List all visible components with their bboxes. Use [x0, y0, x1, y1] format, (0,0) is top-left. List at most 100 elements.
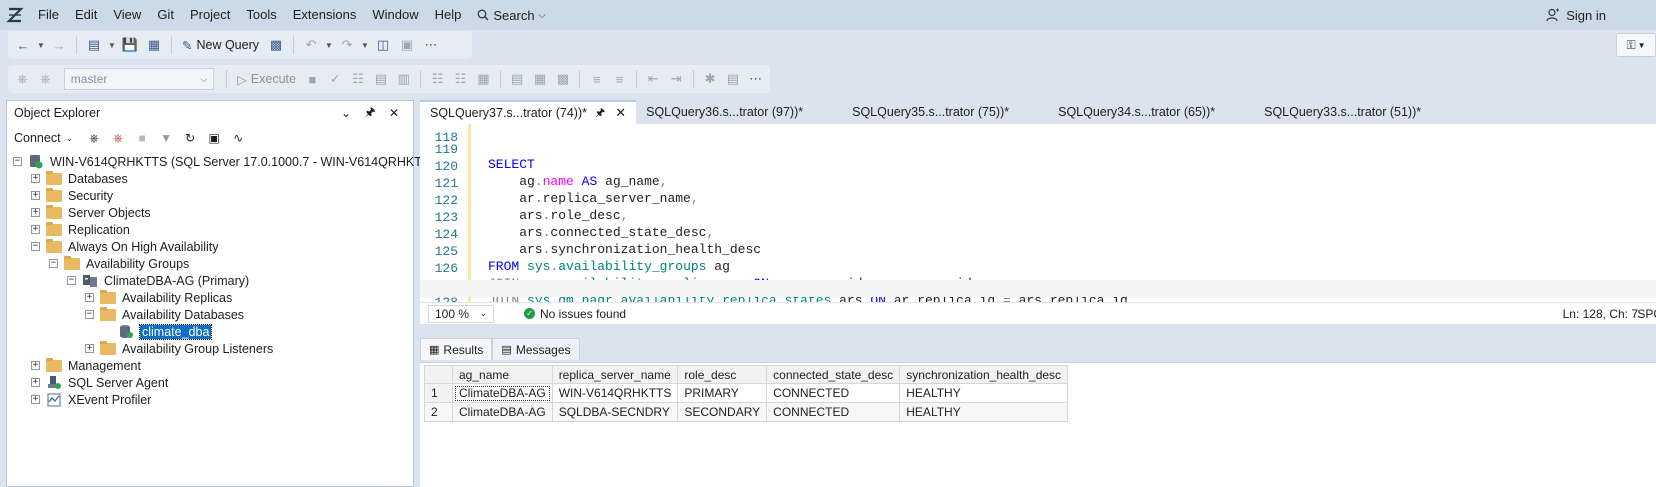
specify-values-icon[interactable]: ✱ [700, 68, 721, 90]
tab-sqlquery35[interactable]: SQLQuery35.s...trator (75))* [842, 100, 1048, 124]
menu-view[interactable]: View [105, 0, 149, 30]
connect-plug-icon[interactable]: ⎈ [85, 129, 103, 147]
new-query-button[interactable]: ✎ New Query [178, 34, 263, 56]
stop-icon[interactable]: ■ [133, 129, 151, 147]
navigate-back-icon[interactable]: ← [12, 34, 34, 56]
parse-icon[interactable]: ✓ [325, 68, 346, 90]
overflow-menu-icon[interactable]: ⋯ [420, 34, 442, 56]
issues-indicator[interactable]: ✓ No issues found [524, 307, 626, 321]
collapse-toggle[interactable]: − [13, 157, 22, 166]
tree-node-databases[interactable]: + Databases [31, 170, 128, 187]
refresh-icon[interactable]: ↻ [181, 129, 199, 147]
save-all-icon[interactable]: ▦ [143, 34, 165, 56]
tab-sqlquery34[interactable]: SQLQuery34.s...trator (65))* [1048, 100, 1254, 124]
tree-node-ag-listeners[interactable]: + Availability Group Listeners [85, 340, 273, 357]
expand-toggle[interactable]: + [85, 344, 94, 353]
undo-icon[interactable]: ↶ [300, 34, 322, 56]
collapse-toggle[interactable]: − [31, 242, 40, 251]
menu-project[interactable]: Project [182, 0, 238, 30]
expand-toggle[interactable]: + [31, 378, 40, 387]
collapse-toggle[interactable]: − [49, 259, 58, 268]
grid-cell[interactable]: CONNECTED [766, 383, 901, 403]
chevron-down-icon[interactable]: ⌄ [334, 106, 358, 120]
save-icon[interactable]: 💾 [119, 34, 141, 56]
tree-node-replication[interactable]: + Replication [31, 221, 130, 238]
grid-cell[interactable]: ClimateDBA-AG [452, 383, 553, 403]
copilot-button[interactable]: ⚿ ▼ [1616, 33, 1656, 57]
row-number[interactable]: 1 [424, 383, 453, 403]
column-header[interactable]: ag_name [452, 365, 553, 384]
client-stats-icon[interactable]: ▦ [473, 68, 494, 90]
increase-indent-icon[interactable]: ⇥ [666, 68, 687, 90]
uncomment-icon[interactable]: ≡ [609, 68, 630, 90]
activity-monitor-icon[interactable]: ◫ [372, 34, 394, 56]
actual-plan-icon[interactable]: ☷ [427, 68, 448, 90]
query-options-icon[interactable]: ▤ [371, 68, 392, 90]
expand-toggle[interactable]: + [31, 208, 40, 217]
chevron-down-icon[interactable]: ▼ [360, 41, 370, 50]
tree-node-availability-groups[interactable]: − Availability Groups [49, 255, 189, 272]
sql-editor[interactable]: 118 119 SELECT 120 ag.name AS ag_name, 1… [420, 124, 1656, 302]
template-browser-icon[interactable]: ▣ [396, 34, 418, 56]
pin-icon[interactable]: 🖈 [358, 103, 382, 124]
tree-node-always-on[interactable]: − Always On High Availability [31, 238, 219, 255]
grid-cell[interactable]: PRIMARY [677, 383, 768, 403]
tab-messages[interactable]: ▤ Messages [492, 338, 580, 360]
tab-sqlquery36[interactable]: SQLQuery36.s...trator (97))* [636, 100, 842, 124]
summary-icon[interactable]: ▣ [205, 129, 223, 147]
search-menu[interactable]: Search ⌵ [469, 8, 553, 23]
close-icon[interactable]: ✕ [382, 106, 406, 120]
format-icon[interactable]: ▤ [722, 68, 743, 90]
estimated-plan-icon[interactable]: ☷ [348, 68, 369, 90]
menu-extensions[interactable]: Extensions [285, 0, 365, 30]
expand-toggle[interactable]: + [31, 361, 40, 370]
column-header[interactable]: synchronization_health_desc [899, 365, 1069, 384]
zoom-select[interactable]: 100 % ⌄ [428, 304, 494, 323]
close-icon[interactable]: ✕ [615, 105, 626, 121]
comment-icon[interactable]: ≡ [586, 68, 607, 90]
menu-help[interactable]: Help [427, 0, 470, 30]
grid-cell[interactable]: ClimateDBA-AG [452, 402, 553, 422]
expand-toggle[interactable]: + [31, 191, 40, 200]
connect-icon[interactable]: ⎈ [12, 68, 33, 90]
database-select[interactable]: master ⌵ [63, 68, 215, 90]
menu-window[interactable]: Window [364, 0, 426, 30]
column-header[interactable]: role_desc [677, 365, 768, 384]
expand-toggle[interactable]: + [31, 225, 40, 234]
grid-cell[interactable]: CONNECTED [766, 402, 901, 422]
tree-node-ag[interactable]: − ClimateDBA-AG (Primary) [67, 272, 249, 289]
chevron-down-icon[interactable]: ▼ [107, 41, 117, 50]
intellisense-icon[interactable]: ▥ [393, 68, 414, 90]
column-header[interactable]: connected_state_desc [766, 365, 901, 384]
menu-file[interactable]: File [30, 0, 67, 30]
activity-icon[interactable]: ∿ [229, 129, 247, 147]
tree-node-management[interactable]: + Management [31, 357, 141, 374]
collapse-toggle[interactable]: − [67, 276, 76, 285]
grid-cell[interactable]: WIN-V614QRHKTTS [551, 383, 679, 403]
stop-icon[interactable]: ■ [302, 68, 323, 90]
disconnect-icon[interactable]: ⎈ [109, 129, 127, 147]
overflow-menu-icon[interactable]: ⋯ [745, 68, 766, 90]
navigate-forward-icon[interactable]: → [48, 34, 70, 56]
row-number-header[interactable] [424, 365, 453, 384]
decrease-indent-icon[interactable]: ⇤ [643, 68, 664, 90]
menu-tools[interactable]: Tools [238, 0, 284, 30]
menu-edit[interactable]: Edit [67, 0, 105, 30]
filter-icon[interactable]: ▼ [157, 129, 175, 147]
new-project-icon[interactable]: ▤ [83, 34, 105, 56]
redo-icon[interactable]: ↷ [336, 34, 358, 56]
tree-node-sql-agent[interactable]: + SQL Server Agent [31, 374, 168, 391]
tree-node-server-objects[interactable]: + Server Objects [31, 204, 151, 221]
execute-button[interactable]: ▷ Execute [233, 72, 300, 87]
tab-sqlquery33[interactable]: SQLQuery33.s...trator (51))* [1254, 100, 1460, 124]
tab-results[interactable]: ▦ Results [420, 338, 493, 360]
expand-toggle[interactable]: + [31, 174, 40, 183]
tree-node-availability-databases[interactable]: − Availability Databases [85, 306, 244, 323]
expand-toggle[interactable]: + [31, 395, 40, 404]
new-file-icon[interactable]: ▩ [265, 34, 287, 56]
grid-cell[interactable]: SECONDARY [677, 402, 768, 422]
chevron-down-icon[interactable]: ▼ [36, 41, 46, 50]
results-to-text-icon[interactable]: ▤ [507, 68, 528, 90]
tree-node-climate-dba[interactable]: climate_dba [118, 323, 213, 340]
pin-icon[interactable]: 🖈 [595, 104, 605, 123]
